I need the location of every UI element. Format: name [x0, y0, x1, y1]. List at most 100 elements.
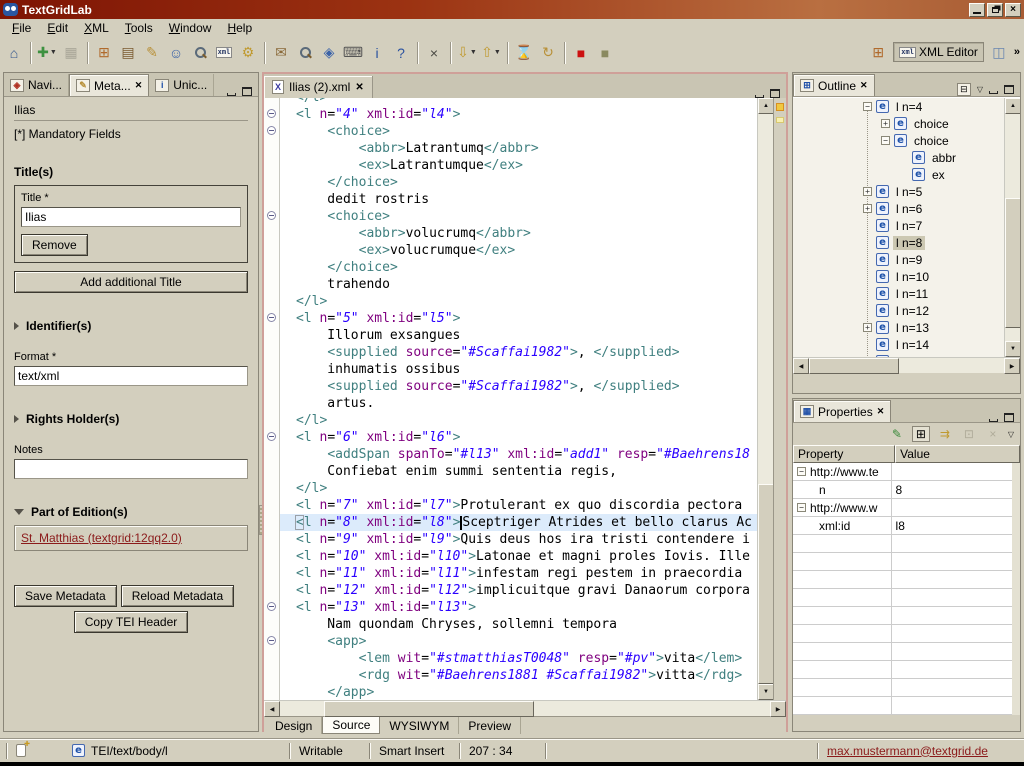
code-line[interactable]: <l n="11" xml:id="l11">infestam regi pes…: [280, 565, 757, 582]
code-line[interactable]: artus.: [280, 395, 757, 412]
restore-default-icon[interactable]: ⊡: [960, 427, 978, 441]
outline-item[interactable]: +el n=6: [793, 200, 1020, 217]
outline-item[interactable]: +el n=5: [793, 183, 1020, 200]
outline-item[interactable]: +el n=13: [793, 319, 1020, 336]
minimize-button[interactable]: [969, 3, 985, 17]
identifiers-section-header[interactable]: Identifier(s): [14, 319, 248, 333]
code-line[interactable]: <supplied source="#Scaffai1982">, </supp…: [280, 378, 757, 395]
code-line[interactable]: <l n="6" xml:id="l6">: [280, 429, 757, 446]
horizontal-scroll-thumb[interactable]: [809, 358, 899, 374]
edition-section-header[interactable]: Part of Edition(s): [14, 505, 248, 519]
scroll-left-button[interactable]: ◀: [264, 701, 280, 717]
outline-item[interactable]: −echoice: [793, 132, 1020, 149]
show-categories-icon[interactable]: ⊞: [912, 426, 930, 442]
code-line[interactable]: <abbr>volucrumq</abbr>: [280, 225, 757, 242]
delete-button[interactable]: ×: [422, 41, 446, 65]
open-perspective-button[interactable]: ⊞: [866, 40, 890, 64]
info-button[interactable]: i: [365, 41, 389, 65]
property-row[interactable]: −http://www.w: [793, 499, 1012, 517]
fold-collapse-icon[interactable]: [267, 109, 276, 118]
user-search-button[interactable]: ☺: [164, 41, 188, 65]
logged-in-user-link[interactable]: max.mustermann@textgrid.de: [827, 744, 988, 758]
code-line[interactable]: Confiebat enim summi sententia regis,: [280, 463, 757, 480]
scroll-left-button[interactable]: ◀: [793, 358, 809, 374]
view-menu-icon[interactable]: ▽: [1008, 430, 1014, 439]
collapse-icon[interactable]: −: [863, 102, 872, 111]
code-line[interactable]: Illorum exsangues: [280, 327, 757, 344]
view-menu-icon[interactable]: ▽: [977, 85, 983, 94]
code-line[interactable]: <supplied source="#Scaffai1982">, </supp…: [280, 344, 757, 361]
dropdown-arrow-icon[interactable]: ▼: [50, 49, 57, 56]
code-line[interactable]: <l n="10" xml:id="l10">Latonae et magni …: [280, 548, 757, 565]
scroll-right-button[interactable]: ▶: [770, 701, 786, 717]
text-text-editor-button[interactable]: ⌨: [341, 41, 365, 65]
expand-icon[interactable]: +: [863, 323, 872, 332]
maximize-view-icon[interactable]: [242, 87, 252, 96]
expand-icon[interactable]: +: [863, 187, 872, 196]
navigator-button[interactable]: ◈: [317, 41, 341, 65]
maximize-properties-icon[interactable]: [1004, 413, 1014, 422]
title-input[interactable]: [21, 207, 241, 227]
publish-button[interactable]: ⌛: [512, 41, 536, 65]
code-line[interactable]: trahendo: [280, 276, 757, 293]
search-results-button[interactable]: [293, 41, 317, 65]
property-row[interactable]: −http://www.te: [793, 463, 1012, 481]
code-line[interactable]: Nam quondam Chryses, sollemni tempora: [280, 616, 757, 633]
tab-outline[interactable]: ⊞ Outline ✕: [793, 74, 875, 96]
editor-tab-ilias[interactable]: X Ilias (2).xml ✕: [264, 76, 373, 98]
record-red-button[interactable]: ■: [569, 41, 593, 65]
remove-title-button[interactable]: Remove: [21, 234, 88, 256]
format-input[interactable]: [14, 366, 248, 386]
xml-source-editor[interactable]: </l><l n="4" xml:id="l4"> <choice> <abbr…: [280, 98, 757, 700]
code-line[interactable]: dedit rostris: [280, 191, 757, 208]
code-line[interactable]: <l n="9" xml:id="l9">Quis deus hos ira t…: [280, 531, 757, 548]
dictionary-button[interactable]: ▤: [116, 41, 140, 65]
home-button[interactable]: ⌂: [2, 41, 26, 65]
image-link-editor-button[interactable]: ✎: [140, 41, 164, 65]
menu-xml[interactable]: XML: [76, 20, 117, 36]
scroll-right-button[interactable]: ▶: [1004, 358, 1020, 374]
close-properties-icon[interactable]: ✕: [877, 406, 885, 417]
code-line[interactable]: <addSpan spanTo="#l13" xml:id="add1" res…: [280, 446, 757, 463]
metadata-editor-button[interactable]: ✉: [269, 41, 293, 65]
code-line[interactable]: </app>: [280, 684, 757, 700]
open-views-button[interactable]: ⊞: [92, 41, 116, 65]
revisions-button[interactable]: ↻: [536, 41, 560, 65]
folding-margin[interactable]: [264, 98, 280, 700]
expand-icon[interactable]: +: [863, 204, 872, 213]
edition-link[interactable]: St. Matthias (textgrid:12qq2.0): [21, 531, 182, 545]
code-line[interactable]: </l>: [280, 293, 757, 310]
property-row[interactable]: xml:idl8: [793, 517, 1012, 535]
record-olive-button[interactable]: ■: [593, 41, 617, 65]
outline-item[interactable]: el n=9: [793, 251, 1020, 268]
code-line[interactable]: <app>: [280, 633, 757, 650]
code-line[interactable]: <rdg wit="#Baehrens1881 #Scaffai1982">vi…: [280, 667, 757, 684]
outline-item[interactable]: eex: [793, 166, 1020, 183]
code-line[interactable]: <abbr>Latrantumq</abbr>: [280, 140, 757, 157]
close-tab-icon[interactable]: ✕: [355, 82, 363, 93]
minimize-outline-icon[interactable]: [989, 91, 998, 94]
outline-item[interactable]: +echoice: [793, 115, 1020, 132]
code-line[interactable]: </choice>: [280, 174, 757, 191]
code-line[interactable]: <ex>Latrantumque</ex>: [280, 157, 757, 174]
editor-mode-tab-preview[interactable]: Preview: [459, 717, 521, 734]
maximize-editor-icon[interactable]: [770, 89, 780, 98]
collapse-all-icon[interactable]: ⊟: [957, 83, 971, 96]
fold-collapse-icon[interactable]: [267, 432, 276, 441]
menu-help[interactable]: Help: [219, 20, 260, 36]
column-property[interactable]: Property: [793, 445, 895, 463]
view-tab-unic[interactable]: iUnic...: [149, 74, 214, 96]
notes-input[interactable]: [14, 459, 248, 479]
dropdown-arrow-icon[interactable]: ▼: [470, 49, 477, 56]
menu-window[interactable]: Window: [161, 20, 220, 36]
show-advanced-icon[interactable]: ⇉: [936, 427, 954, 441]
code-line[interactable]: <ex>volucrumque</ex>: [280, 242, 757, 259]
fold-collapse-icon[interactable]: [267, 313, 276, 322]
outline-item[interactable]: −el n=4: [793, 98, 1020, 115]
code-line[interactable]: </choice>: [280, 259, 757, 276]
code-line[interactable]: <lem wit="#stmatthiasT0048" resp="#pv">v…: [280, 650, 757, 667]
save-metadata-button[interactable]: Save Metadata: [14, 585, 117, 607]
code-line[interactable]: <choice>: [280, 123, 757, 140]
perspective-overflow-chevron[interactable]: »: [1014, 46, 1020, 58]
save-button[interactable]: ▦: [59, 41, 83, 65]
